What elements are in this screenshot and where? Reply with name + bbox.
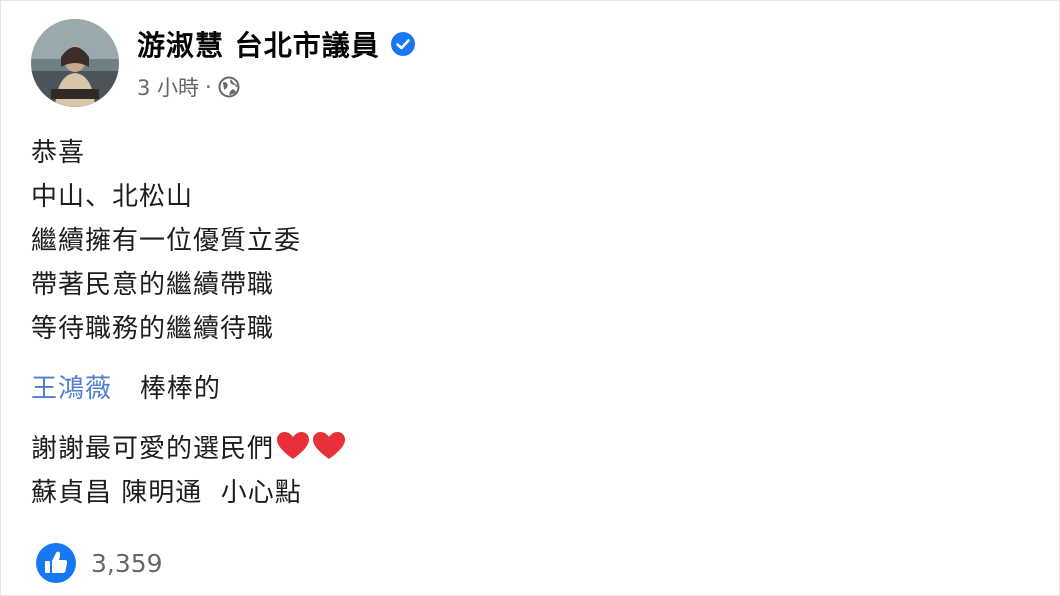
globe-icon[interactable] bbox=[218, 76, 240, 98]
post-line-5: 等待職務的繼續待職 bbox=[31, 314, 275, 344]
mention-text: 棒棒的 bbox=[121, 374, 221, 404]
post-body: 恭喜 中山、北松山 繼續擁有一位優質立委 帶著民意的繼續帶職 等待職務的繼續待職… bbox=[31, 131, 346, 515]
thanks-line: 謝謝最可愛的選民們 bbox=[31, 427, 346, 471]
reaction-count[interactable]: 3,359 bbox=[91, 549, 163, 578]
reactions-bar: 3,359 bbox=[35, 542, 163, 584]
red-heart-icon bbox=[276, 431, 310, 461]
post-header: 游淑慧 台北市議員 3 小時 · bbox=[31, 19, 416, 107]
meta-separator: · bbox=[205, 75, 212, 99]
mention-link[interactable]: 王鴻薇 bbox=[31, 374, 112, 404]
post-timestamp[interactable]: 3 小時 bbox=[137, 72, 199, 102]
post-subline: 3 小時 · bbox=[137, 72, 416, 102]
thanks-text: 謝謝最可愛的選民們 bbox=[31, 434, 275, 464]
verified-badge-icon bbox=[390, 31, 416, 57]
red-heart-icon bbox=[312, 431, 346, 461]
mention-line: 王鴻薇 棒棒的 bbox=[31, 367, 346, 411]
like-thumb-icon[interactable] bbox=[35, 542, 77, 584]
author-avatar[interactable] bbox=[31, 19, 119, 107]
closing-line: 蘇貞昌 陳明通 小心點 bbox=[31, 478, 302, 508]
post-line-3: 繼續擁有一位優質立委 bbox=[31, 226, 302, 256]
facebook-post: 游淑慧 台北市議員 3 小時 · 恭喜 中山、北松山 繼續擁有一位優質立委 帶著… bbox=[0, 0, 1060, 596]
post-line-4: 帶著民意的繼續帶職 bbox=[31, 270, 275, 300]
author-row: 游淑慧 台北市議員 bbox=[137, 24, 416, 64]
post-meta: 游淑慧 台北市議員 3 小時 · bbox=[137, 24, 416, 102]
post-line-2: 中山、北松山 bbox=[31, 182, 194, 212]
author-name[interactable]: 游淑慧 台北市議員 bbox=[137, 24, 380, 64]
mention-suffix: 棒棒的 bbox=[139, 374, 221, 404]
post-line-1: 恭喜 bbox=[31, 138, 86, 168]
